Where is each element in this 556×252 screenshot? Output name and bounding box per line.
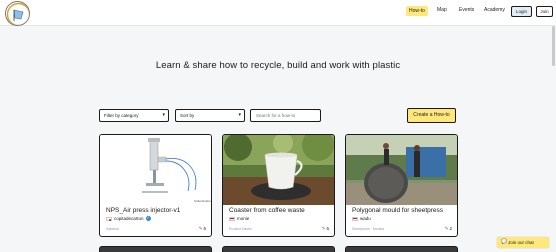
how-to-author[interactable]: copitadecarton ✓: [106, 216, 151, 222]
useful-count-value: 2: [449, 226, 452, 231]
nav-events[interactable]: Events: [459, 7, 474, 13]
category-filter-label: Filter by category: [104, 113, 139, 118]
how-to-card-partial[interactable]: [222, 246, 335, 252]
useful-icon: ✎: [321, 226, 326, 231]
login-button[interactable]: Login: [511, 6, 532, 17]
page-heading: Learn & share how to recycle, build and …: [155, 60, 401, 71]
how-to-card-partial[interactable]: [345, 246, 458, 252]
chat-icon: 💬: [501, 239, 508, 245]
useful-count: ✎6: [199, 226, 206, 232]
logo-icon: [6, 2, 29, 25]
useful-count: ✎2: [445, 226, 452, 232]
precious-plastic-logo[interactable]: [5, 1, 30, 26]
useful-icon: ✎: [198, 226, 203, 231]
create-how-to-button[interactable]: Create a How-to: [407, 108, 456, 123]
top-navigation-bar: How-to Map Events Academy Login Join: [0, 0, 556, 26]
join-chat-button[interactable]: 💬 Join our chat: [497, 237, 549, 248]
chevron-down-icon: ▾: [238, 112, 241, 118]
search-input[interactable]: [250, 109, 321, 122]
author-name: copitadecarton: [114, 216, 144, 221]
sort-select[interactable]: Sort by ▾: [175, 109, 245, 122]
how-to-author[interactable]: wadu: [352, 216, 371, 221]
how-to-card[interactable]: Softenholtrunk NPS_Air press injector-v1…: [99, 134, 212, 237]
category-filter-select[interactable]: Filter by category ▾: [99, 109, 169, 122]
author-name: wadu: [360, 216, 371, 221]
useful-count: ✎5: [322, 226, 329, 232]
svg-text:Softenholtrunk: Softenholtrunk: [194, 199, 211, 203]
how-to-author[interactable]: monie: [229, 216, 249, 221]
useful-count-value: 6: [203, 226, 206, 231]
how-to-thumbnail: [346, 135, 457, 205]
nav-map[interactable]: Map: [437, 7, 447, 13]
how-to-card[interactable]: Polygonal mould for sheetpress wadu Shee…: [345, 134, 458, 237]
verified-badge-icon: ✓: [145, 216, 151, 222]
join-button[interactable]: Join: [536, 6, 553, 17]
how-to-tags: Injection: [106, 227, 120, 231]
how-to-title: Coaster from coffee waste: [229, 207, 305, 214]
flag-icon: [229, 216, 235, 221]
how-to-thumbnail: Softenholtrunk: [100, 135, 211, 205]
author-name: monie: [237, 216, 250, 221]
how-to-card[interactable]: Coaster from coffee waste monie Product …: [222, 134, 335, 237]
how-to-thumbnail: [223, 135, 334, 205]
how-to-tags: Sheetpress · Moulds: [352, 227, 385, 231]
how-to-card-partial[interactable]: [99, 246, 212, 252]
chevron-down-icon: ▾: [162, 112, 165, 118]
flag-icon: [352, 216, 358, 221]
how-to-tags: Product Hacks: [229, 227, 252, 231]
flag-icon: [106, 216, 112, 221]
how-to-title: Polygonal mould for sheetpress: [352, 207, 444, 214]
nav-how-to[interactable]: How-to: [406, 6, 428, 16]
sort-label: Sort by: [180, 113, 195, 118]
how-to-title: NPS_Air press injector-v1: [106, 207, 181, 214]
nav-academy[interactable]: Academy: [484, 7, 505, 13]
join-chat-label: Join our chat: [508, 240, 534, 245]
useful-count-value: 5: [326, 226, 329, 231]
useful-icon: ✎: [444, 226, 449, 231]
